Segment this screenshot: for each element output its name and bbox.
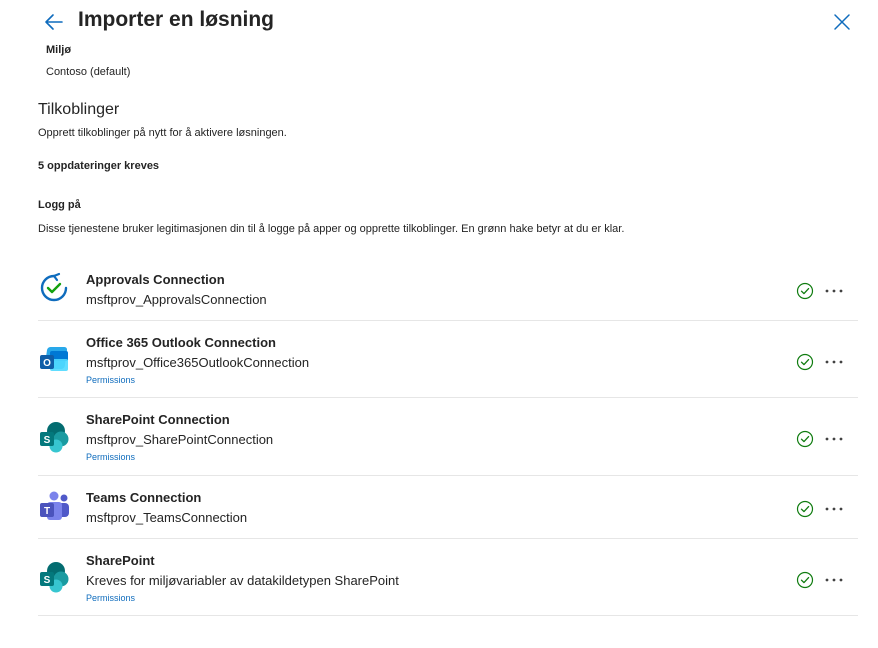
more-options-button[interactable] [824, 573, 844, 591]
more-options-button[interactable] [824, 502, 844, 520]
more-icon [825, 507, 843, 511]
svg-text:O: O [43, 358, 51, 369]
connection-name: Office 365 Outlook Connection [86, 335, 276, 350]
login-description: Disse tjenestene bruker legitimasjonen d… [38, 223, 625, 235]
close-button[interactable] [832, 12, 852, 32]
check-circle-icon [796, 571, 814, 589]
more-options-button[interactable] [824, 355, 844, 373]
connection-subtitle: msftprov_Office365OutlookConnection [86, 355, 310, 370]
svg-text:S: S [44, 575, 51, 586]
connections-heading: Tilkoblinger [38, 101, 120, 118]
approvals-icon [38, 272, 70, 304]
outlook-icon: O [38, 343, 70, 375]
check-circle-icon [796, 500, 814, 518]
sharepoint-icon: S [38, 421, 70, 453]
connection-list: Approvals Connection msftprov_ApprovalsC… [38, 258, 858, 616]
connection-row-approvals[interactable]: Approvals Connection msftprov_ApprovalsC… [38, 258, 858, 321]
environment-value: Contoso (default) [46, 66, 131, 78]
permissions-link[interactable]: Permissions [86, 452, 135, 462]
teams-icon: T [38, 490, 70, 522]
more-options-button[interactable] [824, 432, 844, 450]
arrow-left-icon [45, 14, 63, 30]
more-icon [825, 289, 843, 293]
permissions-link[interactable]: Permissions [86, 593, 135, 603]
more-icon [825, 578, 843, 582]
connection-row-sharepoint-env[interactable]: S SharePoint Kreves for miljøvariabler a… [38, 539, 858, 616]
more-icon [825, 437, 843, 441]
connection-subtitle: msftprov_TeamsConnection [86, 510, 248, 525]
check-circle-icon [796, 430, 814, 448]
check-circle-icon [796, 282, 814, 300]
connection-subtitle: Kreves for miljøvariabler av datakildety… [86, 573, 399, 588]
more-options-button[interactable] [824, 284, 844, 302]
connection-subtitle: msftprov_ApprovalsConnection [86, 292, 267, 307]
connection-name: SharePoint Connection [86, 412, 230, 427]
connection-name: Approvals Connection [86, 272, 225, 287]
close-icon [834, 14, 850, 30]
connections-description: Opprett tilkoblinger på nytt for å aktiv… [38, 127, 287, 139]
environment-label: Miljø [46, 44, 72, 56]
page-title: Importer en løsning [78, 8, 275, 31]
back-button[interactable] [42, 10, 66, 34]
connection-name: Teams Connection [86, 490, 202, 505]
connection-name: SharePoint [86, 553, 155, 568]
connection-row-sharepoint[interactable]: S SharePoint Connection msftprov_SharePo… [38, 398, 858, 476]
connection-row-outlook[interactable]: O Office 365 Outlook Connection msftprov… [38, 321, 858, 398]
svg-text:T: T [44, 506, 50, 517]
sharepoint-icon: S [38, 561, 70, 593]
connection-row-teams[interactable]: T Teams Connection msftprov_TeamsConnect… [38, 476, 858, 539]
svg-text:S: S [44, 435, 51, 446]
panel-header: Importer en løsning [0, 0, 878, 44]
check-circle-icon [796, 353, 814, 371]
connection-subtitle: msftprov_SharePointConnection [86, 432, 274, 447]
login-heading: Logg på [38, 199, 81, 211]
more-icon [825, 360, 843, 364]
permissions-link[interactable]: Permissions [86, 375, 135, 385]
updates-required-text: 5 oppdateringer kreves [38, 160, 160, 172]
